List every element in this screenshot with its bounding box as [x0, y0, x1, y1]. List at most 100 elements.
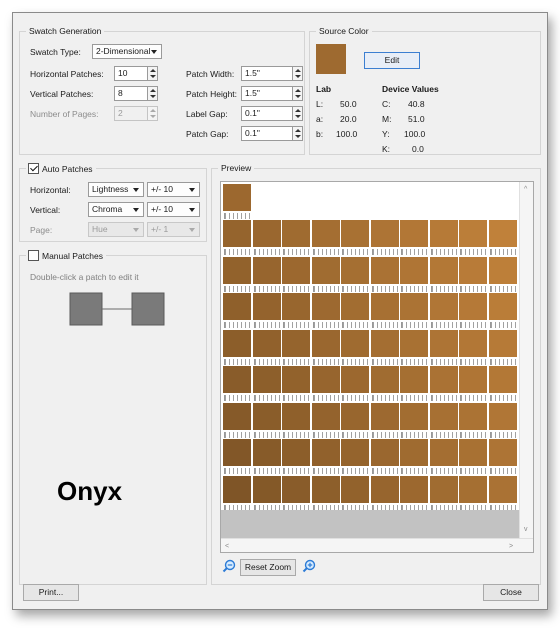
- swatch-patch[interactable]: [341, 220, 369, 247]
- scroll-down-icon[interactable]: v: [524, 526, 528, 533]
- swatch-patch[interactable]: [400, 439, 428, 466]
- horizontal-patches-stepper[interactable]: 10: [114, 66, 158, 81]
- swatch-patch[interactable]: [223, 220, 251, 247]
- horizontal-scrollbar[interactable]: < >: [221, 538, 533, 552]
- swatch-patch[interactable]: [429, 475, 458, 503]
- swatch-patch[interactable]: [311, 220, 340, 247]
- swatch-patch[interactable]: [282, 256, 310, 284]
- swatch-patch[interactable]: [311, 475, 340, 503]
- auto-patches-checkbox[interactable]: [28, 163, 39, 174]
- swatch-patch[interactable]: [429, 220, 458, 247]
- zoom-in-icon[interactable]: [302, 559, 316, 573]
- label-gap-stepper[interactable]: 0.1": [241, 106, 303, 121]
- swatch-patch[interactable]: [223, 329, 251, 357]
- vertical-scrollbar[interactable]: ^ v: [519, 182, 533, 538]
- swatch-patch[interactable]: [370, 366, 399, 393]
- reset-zoom-button[interactable]: Reset Zoom: [240, 559, 296, 576]
- swatch-patch[interactable]: [459, 329, 487, 357]
- manual-patch-diagram[interactable]: [69, 292, 165, 326]
- swatch-patch[interactable]: [459, 366, 487, 393]
- swatch-patch[interactable]: [223, 402, 251, 430]
- swatch-patch[interactable]: [252, 293, 281, 320]
- swatch-patch[interactable]: [429, 293, 458, 320]
- vertical-patches-stepper[interactable]: 8: [114, 86, 158, 101]
- swatch-patch[interactable]: [311, 256, 340, 284]
- spin-arrows-icon[interactable]: [292, 107, 302, 120]
- swatch-patch[interactable]: [400, 220, 428, 247]
- swatch-patch[interactable]: [459, 256, 487, 284]
- swatch-patch[interactable]: [459, 220, 487, 247]
- patch-height-stepper[interactable]: 1.5": [241, 86, 303, 101]
- swatch-patch[interactable]: [400, 256, 428, 284]
- swatch-patch[interactable]: [311, 439, 340, 466]
- swatch-patch[interactable]: [341, 366, 369, 393]
- swatch-type-select[interactable]: 2-Dimensional: [92, 44, 162, 59]
- swatch-patch[interactable]: [223, 184, 251, 211]
- swatch-patch[interactable]: [370, 439, 399, 466]
- swatch-patch[interactable]: [223, 366, 251, 393]
- spin-arrows-icon[interactable]: [292, 67, 302, 80]
- swatch-patch[interactable]: [252, 256, 281, 284]
- swatch-patch[interactable]: [311, 366, 340, 393]
- swatch-patch[interactable]: [223, 439, 251, 466]
- swatch-patch[interactable]: [341, 439, 369, 466]
- swatch-patch[interactable]: [282, 439, 310, 466]
- swatch-patch[interactable]: [488, 329, 517, 357]
- swatch-patch[interactable]: [282, 402, 310, 430]
- swatch-patch[interactable]: [459, 439, 487, 466]
- swatch-patch[interactable]: [488, 256, 517, 284]
- swatch-patch[interactable]: [311, 329, 340, 357]
- spin-arrows-icon[interactable]: [292, 87, 302, 100]
- zoom-out-icon[interactable]: [222, 559, 236, 573]
- auto-vertical-range-select[interactable]: +/- 10: [147, 202, 200, 217]
- patch-gap-stepper[interactable]: 0.1": [241, 126, 303, 141]
- swatch-patch[interactable]: [488, 402, 517, 430]
- swatch-patch[interactable]: [282, 220, 310, 247]
- swatch-patch[interactable]: [488, 293, 517, 320]
- swatch-patch[interactable]: [223, 475, 251, 503]
- swatch-patch[interactable]: [488, 475, 517, 503]
- swatch-patch[interactable]: [252, 439, 281, 466]
- swatch-patch[interactable]: [282, 329, 310, 357]
- swatch-patch[interactable]: [429, 256, 458, 284]
- patch-width-stepper[interactable]: 1.5": [241, 66, 303, 81]
- swatch-patch[interactable]: [282, 366, 310, 393]
- auto-horizontal-range-select[interactable]: +/- 10: [147, 182, 200, 197]
- swatch-patch[interactable]: [459, 402, 487, 430]
- swatch-patch[interactable]: [400, 293, 428, 320]
- swatch-patch[interactable]: [311, 402, 340, 430]
- swatch-patch[interactable]: [252, 402, 281, 430]
- swatch-patch[interactable]: [429, 329, 458, 357]
- swatch-patch[interactable]: [429, 366, 458, 393]
- swatch-patch[interactable]: [311, 293, 340, 320]
- swatch-patch[interactable]: [488, 220, 517, 247]
- swatch-patch[interactable]: [400, 402, 428, 430]
- swatch-patch[interactable]: [459, 293, 487, 320]
- swatch-patch[interactable]: [370, 256, 399, 284]
- swatch-patch[interactable]: [223, 293, 251, 320]
- swatch-patch[interactable]: [252, 329, 281, 357]
- swatch-patch[interactable]: [429, 402, 458, 430]
- scroll-left-icon[interactable]: <: [225, 543, 229, 550]
- swatch-patch[interactable]: [341, 402, 369, 430]
- preview-canvas[interactable]: ^ v < >: [220, 181, 534, 553]
- swatch-patch[interactable]: [488, 366, 517, 393]
- swatch-patch[interactable]: [282, 293, 310, 320]
- swatch-patch[interactable]: [400, 329, 428, 357]
- swatch-patch[interactable]: [370, 402, 399, 430]
- swatch-patch[interactable]: [341, 293, 369, 320]
- spin-arrows-icon[interactable]: [147, 87, 157, 100]
- swatch-patch[interactable]: [400, 475, 428, 503]
- spin-arrows-icon[interactable]: [292, 127, 302, 140]
- swatch-patch[interactable]: [282, 475, 310, 503]
- auto-horizontal-attr-select[interactable]: Lightness: [88, 182, 144, 197]
- swatch-patch[interactable]: [370, 220, 399, 247]
- spin-arrows-icon[interactable]: [147, 67, 157, 80]
- swatch-patch[interactable]: [370, 329, 399, 357]
- swatch-patch[interactable]: [429, 439, 458, 466]
- scroll-right-icon[interactable]: >: [509, 543, 513, 550]
- swatch-patch[interactable]: [252, 366, 281, 393]
- swatch-patch[interactable]: [252, 475, 281, 503]
- auto-vertical-attr-select[interactable]: Chroma: [88, 202, 144, 217]
- swatch-patch[interactable]: [459, 475, 487, 503]
